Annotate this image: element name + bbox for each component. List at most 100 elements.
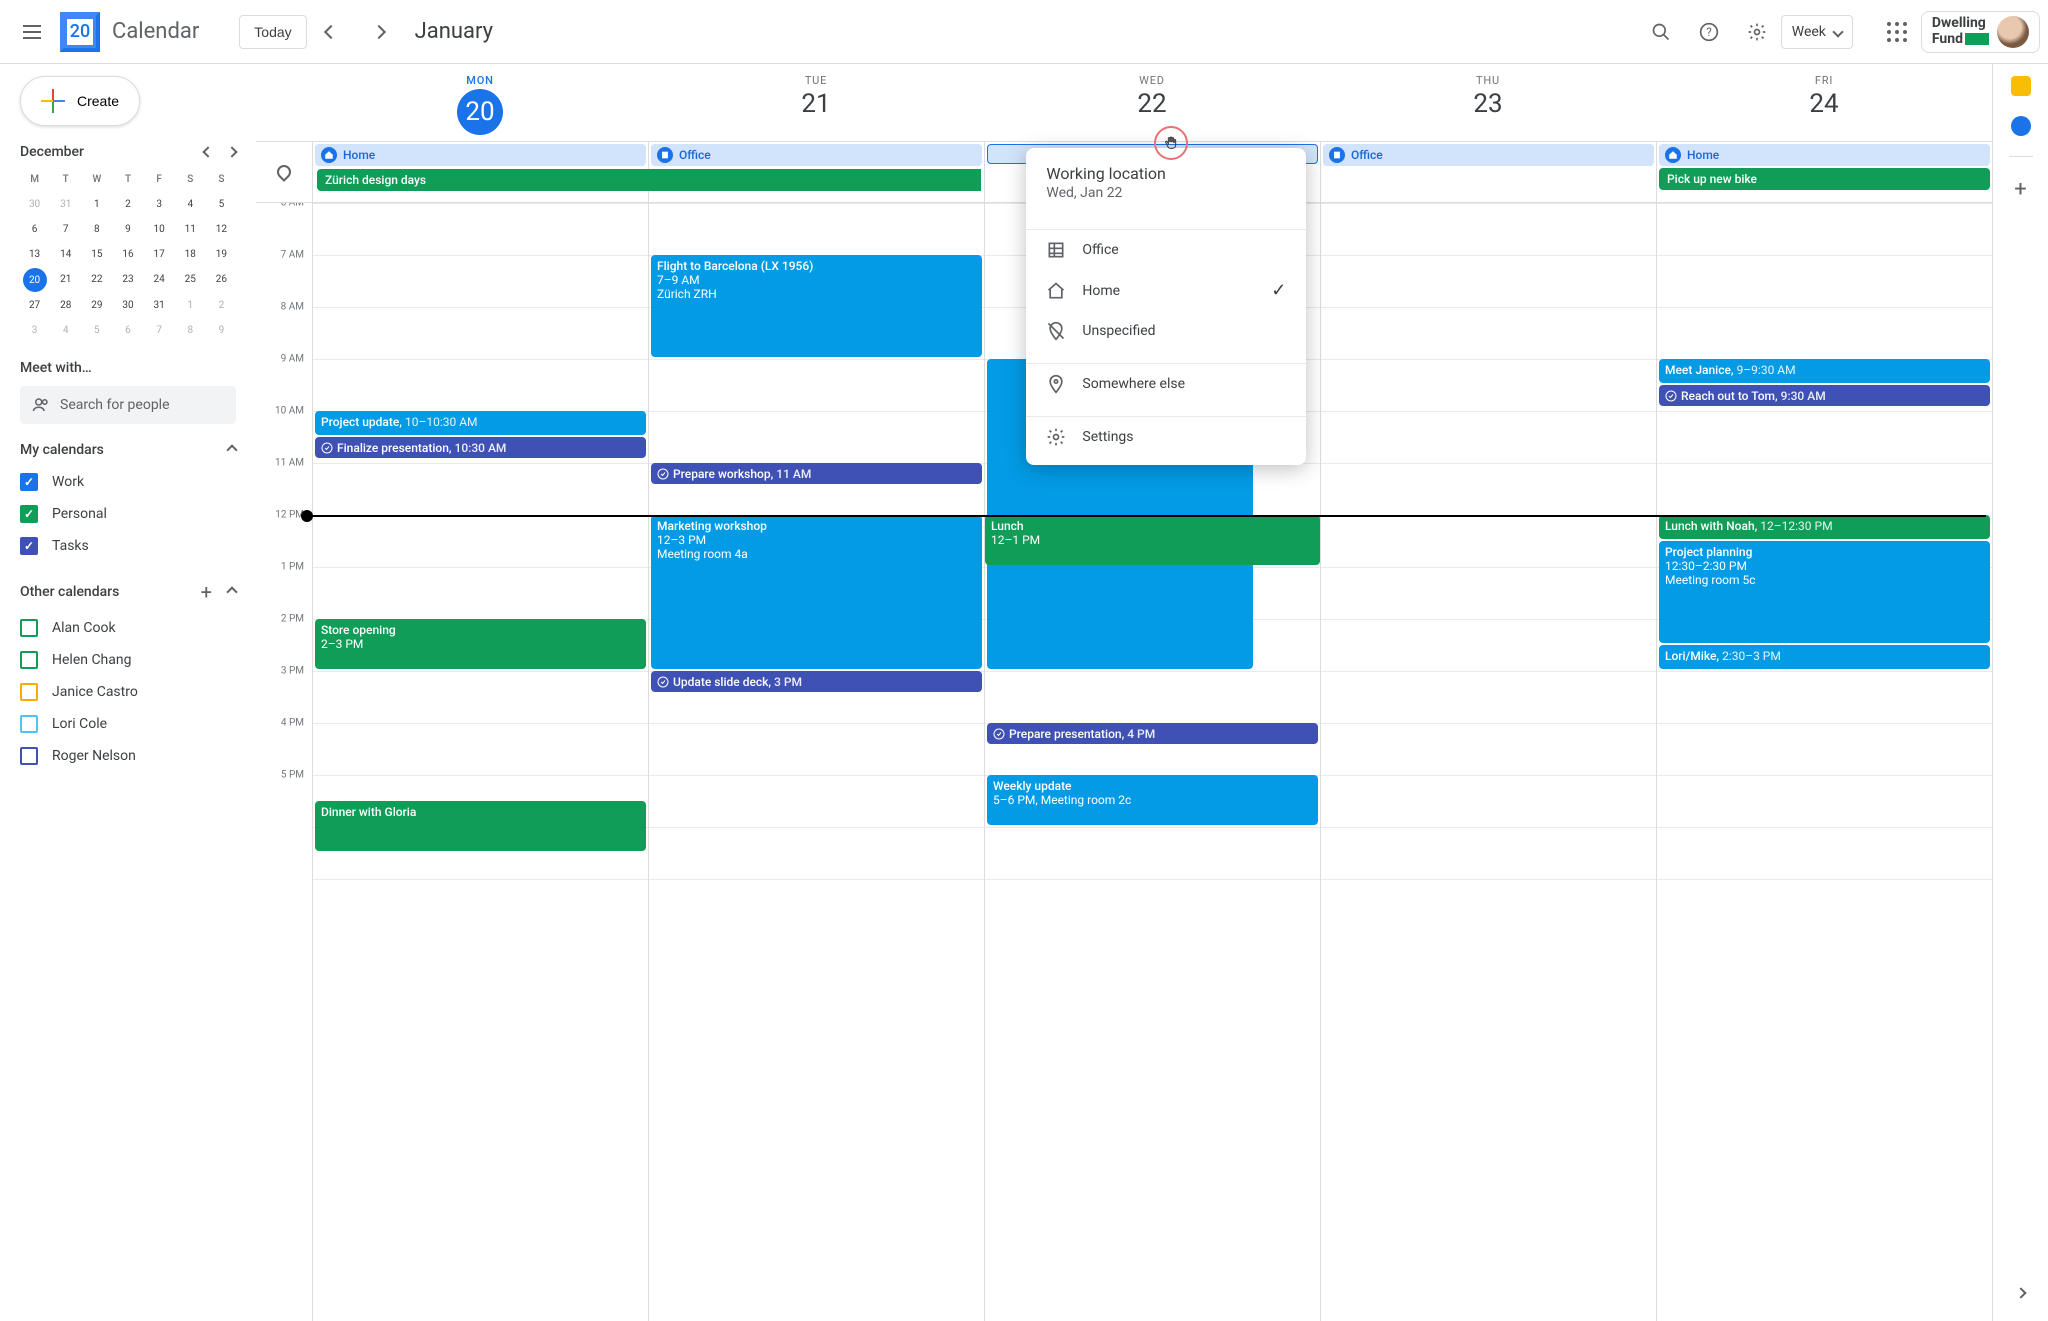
allday-event[interactable]: Zürich design days <box>317 169 981 191</box>
mini-day[interactable]: 14 <box>51 243 80 266</box>
calendar-event[interactable]: Lunch with Noah, 12–12:30 PM <box>1659 515 1990 539</box>
calendar-item[interactable]: Alan Cook <box>20 612 256 644</box>
calendar-event[interactable]: Reach out to Tom, 9:30 AM <box>1659 385 1990 406</box>
prev-week-button[interactable] <box>307 8 355 56</box>
allday-cell[interactable]: HomePick up new bike <box>1656 142 1992 202</box>
mini-day[interactable]: 24 <box>145 268 174 292</box>
settings-button[interactable] <box>1733 8 1781 56</box>
mini-day[interactable]: 3 <box>20 319 49 342</box>
search-button[interactable] <box>1637 8 1685 56</box>
allday-cell[interactable]: Office <box>1320 142 1656 202</box>
app-logo[interactable]: 20 Calendar <box>60 12 199 52</box>
calendar-event[interactable]: Project update, 10–10:30 AM <box>315 411 646 435</box>
keep-icon[interactable] <box>2011 76 2031 96</box>
calendar-item[interactable]: Work <box>20 466 256 498</box>
mini-day[interactable]: 19 <box>207 243 236 266</box>
mini-day[interactable]: 4 <box>51 319 80 342</box>
mini-day[interactable]: 5 <box>82 319 111 342</box>
mini-day[interactable]: 10 <box>145 218 174 241</box>
mini-day[interactable]: 29 <box>82 294 111 317</box>
calendar-item[interactable]: Personal <box>20 498 256 530</box>
checkbox[interactable] <box>20 683 38 701</box>
mini-day[interactable]: 8 <box>82 218 111 241</box>
calendar-item[interactable]: Lori Cole <box>20 708 256 740</box>
mini-next-button[interactable] <box>226 146 237 157</box>
search-people-input[interactable]: Search for people <box>20 386 236 424</box>
mini-day[interactable]: 9 <box>113 218 142 241</box>
view-selector[interactable]: Week <box>1781 15 1853 49</box>
calendar-item[interactable]: Janice Castro <box>20 676 256 708</box>
mini-day[interactable]: 11 <box>176 218 205 241</box>
day-column[interactable] <box>1320 203 1656 1321</box>
mini-day[interactable]: 7 <box>145 319 174 342</box>
mini-day[interactable]: 30 <box>113 294 142 317</box>
my-calendars-toggle[interactable]: My calendars <box>20 442 256 458</box>
calendar-event[interactable]: Prepare workshop, 11 AM <box>651 463 982 484</box>
mini-day[interactable]: 27 <box>20 294 49 317</box>
mini-day[interactable]: 8 <box>176 319 205 342</box>
calendar-event[interactable]: Marketing workshop12–3 PMMeeting room 4a <box>651 515 982 669</box>
allday-event[interactable]: Pick up new bike <box>1659 168 1990 190</box>
menu-button[interactable] <box>8 8 56 56</box>
create-button[interactable]: Create <box>20 76 140 126</box>
popover-option[interactable]: Settings <box>1026 417 1306 457</box>
org-badge[interactable]: Dwelling Fund <box>1921 11 2040 53</box>
user-avatar[interactable] <box>1997 16 2029 48</box>
tasks-icon[interactable] <box>2011 116 2031 136</box>
mini-day[interactable]: 21 <box>51 268 80 292</box>
other-calendars-toggle[interactable]: Other calendars + <box>20 580 256 604</box>
allday-cell[interactable]: HomeZürich design days <box>312 142 648 202</box>
calendar-event[interactable]: Prepare presentation, 4 PM <box>987 723 1318 744</box>
popover-option[interactable]: Home✓ <box>1026 270 1306 311</box>
mini-day[interactable]: 31 <box>145 294 174 317</box>
day-column[interactable]: Flight to Barcelona (LX 1956)7–9 AMZüric… <box>648 203 984 1321</box>
calendar-item[interactable]: Tasks <box>20 530 256 562</box>
checkbox[interactable] <box>20 505 38 523</box>
next-week-button[interactable] <box>355 8 403 56</box>
popover-option[interactable]: Office <box>1026 230 1306 270</box>
mini-day[interactable]: 1 <box>82 193 111 216</box>
mini-day[interactable]: 5 <box>207 193 236 216</box>
calendar-event[interactable]: Lori/Mike, 2:30–3 PM <box>1659 645 1990 669</box>
mini-day[interactable]: 25 <box>176 268 205 292</box>
collapse-panel-button[interactable] <box>2017 1282 2025 1301</box>
popover-option[interactable]: Somewhere else <box>1026 364 1306 404</box>
mini-day[interactable]: 3 <box>145 193 174 216</box>
mini-day[interactable]: 6 <box>113 319 142 342</box>
calendar-event[interactable]: Store opening2–3 PM <box>315 619 646 669</box>
calendar-event[interactable]: Weekly update5–6 PM, Meeting room 2c <box>987 775 1318 825</box>
checkbox[interactable] <box>20 651 38 669</box>
mini-day[interactable]: 2 <box>207 294 236 317</box>
mini-day[interactable]: 13 <box>20 243 49 266</box>
mini-day[interactable]: 22 <box>82 268 111 292</box>
apps-launcher[interactable] <box>1873 8 1921 56</box>
day-column[interactable]: Meet Janice, 9–9:30 AMReach out to Tom, … <box>1656 203 1992 1321</box>
calendar-event[interactable]: Finalize presentation, 10:30 AM <box>315 437 646 458</box>
checkbox[interactable] <box>20 473 38 491</box>
calendar-event[interactable]: Flight to Barcelona (LX 1956)7–9 AMZüric… <box>651 255 982 357</box>
calendar-item[interactable]: Roger Nelson <box>20 740 256 772</box>
location-chip[interactable]: Home <box>315 144 646 166</box>
mini-day[interactable]: 9 <box>207 319 236 342</box>
checkbox[interactable] <box>20 537 38 555</box>
today-button[interactable]: Today <box>239 15 306 49</box>
mini-day[interactable]: 18 <box>176 243 205 266</box>
calendar-event[interactable]: Update slide deck, 3 PM <box>651 671 982 692</box>
checkbox[interactable] <box>20 619 38 637</box>
day-column[interactable]: Project update, 10–10:30 AMFinalize pres… <box>312 203 648 1321</box>
mini-day[interactable]: 28 <box>51 294 80 317</box>
day-header[interactable]: FRI24 <box>1656 64 1992 141</box>
calendar-event[interactable]: Meet Janice, 9–9:30 AM <box>1659 359 1990 383</box>
mini-day[interactable]: 26 <box>207 268 236 292</box>
add-addon-button[interactable]: + <box>2014 177 2026 202</box>
popover-option[interactable]: Unspecified <box>1026 311 1306 351</box>
mini-day[interactable]: 23 <box>113 268 142 292</box>
mini-day[interactable]: 6 <box>20 218 49 241</box>
mini-day[interactable]: 17 <box>145 243 174 266</box>
location-chip[interactable]: Home <box>1659 144 1990 166</box>
mini-prev-button[interactable] <box>202 146 213 157</box>
day-header[interactable]: TUE21 <box>648 64 984 141</box>
mini-day[interactable]: 16 <box>113 243 142 266</box>
calendar-event[interactable]: Project planning12:30–2:30 PMMeeting roo… <box>1659 541 1990 643</box>
mini-day[interactable]: 1 <box>176 294 205 317</box>
